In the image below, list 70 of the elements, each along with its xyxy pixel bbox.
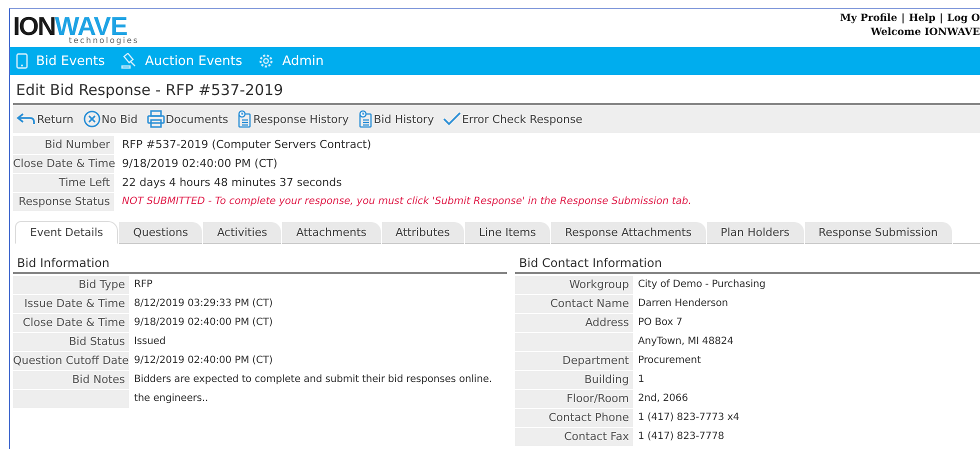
- user-link[interactable]: Help: [908, 12, 936, 26]
- toolbar-button[interactable]: No Bid: [82, 110, 138, 128]
- section-title: Bid Information: [13, 256, 507, 274]
- field-value: 9/18/2019 02:40:00 PM (CT): [133, 317, 273, 328]
- field-label: Question Cutoff Date: [13, 352, 129, 370]
- clipboard-clock-icon: [358, 110, 373, 128]
- field-label: Building: [515, 370, 633, 388]
- tab[interactable]: Attachments: [282, 222, 380, 244]
- return-arrow-icon: [16, 111, 36, 127]
- field-value: 2nd, 2066: [637, 393, 688, 404]
- tab[interactable]: Response Attachments: [551, 222, 706, 244]
- field-value: 9/12/2019 02:40:00 PM (CT): [133, 355, 273, 366]
- field-label: Address: [515, 314, 633, 332]
- separator: |: [901, 12, 905, 26]
- tab[interactable]: Line Items: [464, 222, 550, 244]
- field-label: Contact Name: [515, 294, 633, 312]
- field-label: Bid Status: [13, 332, 129, 350]
- field-label: Close Date & Time: [13, 314, 129, 332]
- field-label: Time Left: [13, 174, 114, 192]
- field-label: Bid Number: [13, 136, 114, 154]
- field-label: Issue Date & Time: [13, 294, 129, 312]
- field-value: PO Box 7: [637, 317, 682, 328]
- welcome-text: Welcome IONWAVE: [870, 26, 980, 40]
- field-label: Contact Fax: [515, 428, 633, 446]
- section-title: Bid Contact Information: [515, 256, 980, 274]
- field-value: 1: [637, 374, 644, 385]
- toolbar-button[interactable]: Bid History: [358, 110, 434, 128]
- field-value: RFP: [133, 279, 152, 290]
- toolbar-button[interactable]: Error Check Response: [442, 112, 582, 126]
- tab[interactable]: Plan Holders: [706, 222, 804, 244]
- toolbar-button[interactable]: Response History: [237, 110, 349, 128]
- field-label: Contact Phone: [515, 408, 633, 426]
- tab[interactable]: Questions: [119, 222, 202, 244]
- field-value: 1 (417) 823-7778: [637, 431, 724, 442]
- field-value: Issued: [133, 336, 166, 347]
- tab[interactable]: Attributes: [382, 222, 464, 244]
- field-label: Close Date & Time: [13, 154, 114, 172]
- tab[interactable]: Response Submission: [804, 222, 952, 244]
- field-value: 9/18/2019 02:40:00 PM (CT): [121, 157, 278, 170]
- field-value: the engineers..: [133, 393, 208, 404]
- field-label: Floor/Room: [515, 390, 633, 408]
- clipboard-clock-icon: [237, 110, 252, 128]
- toolbar-button[interactable]: Documents: [146, 110, 228, 128]
- tablet-icon: [16, 53, 28, 69]
- field-value: Bidders are expected to complete and submit their bid responses online.: [133, 374, 492, 385]
- field-value: AnyTown, MI 48824: [637, 336, 734, 347]
- settings-icon: [258, 53, 274, 69]
- field-label: Response Status: [13, 192, 114, 210]
- field-label: Department: [515, 352, 633, 370]
- user-link[interactable]: Log O: [947, 12, 980, 26]
- toolbar-button[interactable]: Return: [16, 111, 74, 127]
- tab[interactable]: Activities: [203, 222, 282, 244]
- checkmark-icon: [442, 112, 461, 126]
- field-label: Workgroup: [515, 276, 633, 294]
- field-label: Bid Type: [13, 276, 129, 294]
- gavel-icon: [120, 53, 137, 69]
- field-label: Bid Notes: [13, 370, 129, 388]
- field-value: Procurement: [637, 355, 701, 366]
- circle-x-icon: [82, 110, 101, 128]
- separator: |: [939, 12, 944, 26]
- field-value: RFP #537-2019 (Computer Servers Contract): [121, 138, 372, 151]
- field-value: City of Demo - Purchasing: [637, 279, 766, 290]
- field-value: Darren Henderson: [637, 298, 728, 309]
- tab[interactable]: Event Details: [15, 221, 118, 244]
- printer-icon: [146, 110, 165, 128]
- status-warning: NOT SUBMITTED - To complete your response, you must click 'Submit Response' in the Response Submission tab.: [121, 196, 692, 207]
- field-value: 1 (417) 823-7773 x4: [637, 412, 740, 423]
- field-value: 22 days 4 hours 48 minutes 37 seconds: [121, 176, 342, 189]
- field-value: 8/12/2019 03:29:33 PM (CT): [133, 298, 273, 309]
- user-link[interactable]: My Profile: [840, 12, 898, 26]
